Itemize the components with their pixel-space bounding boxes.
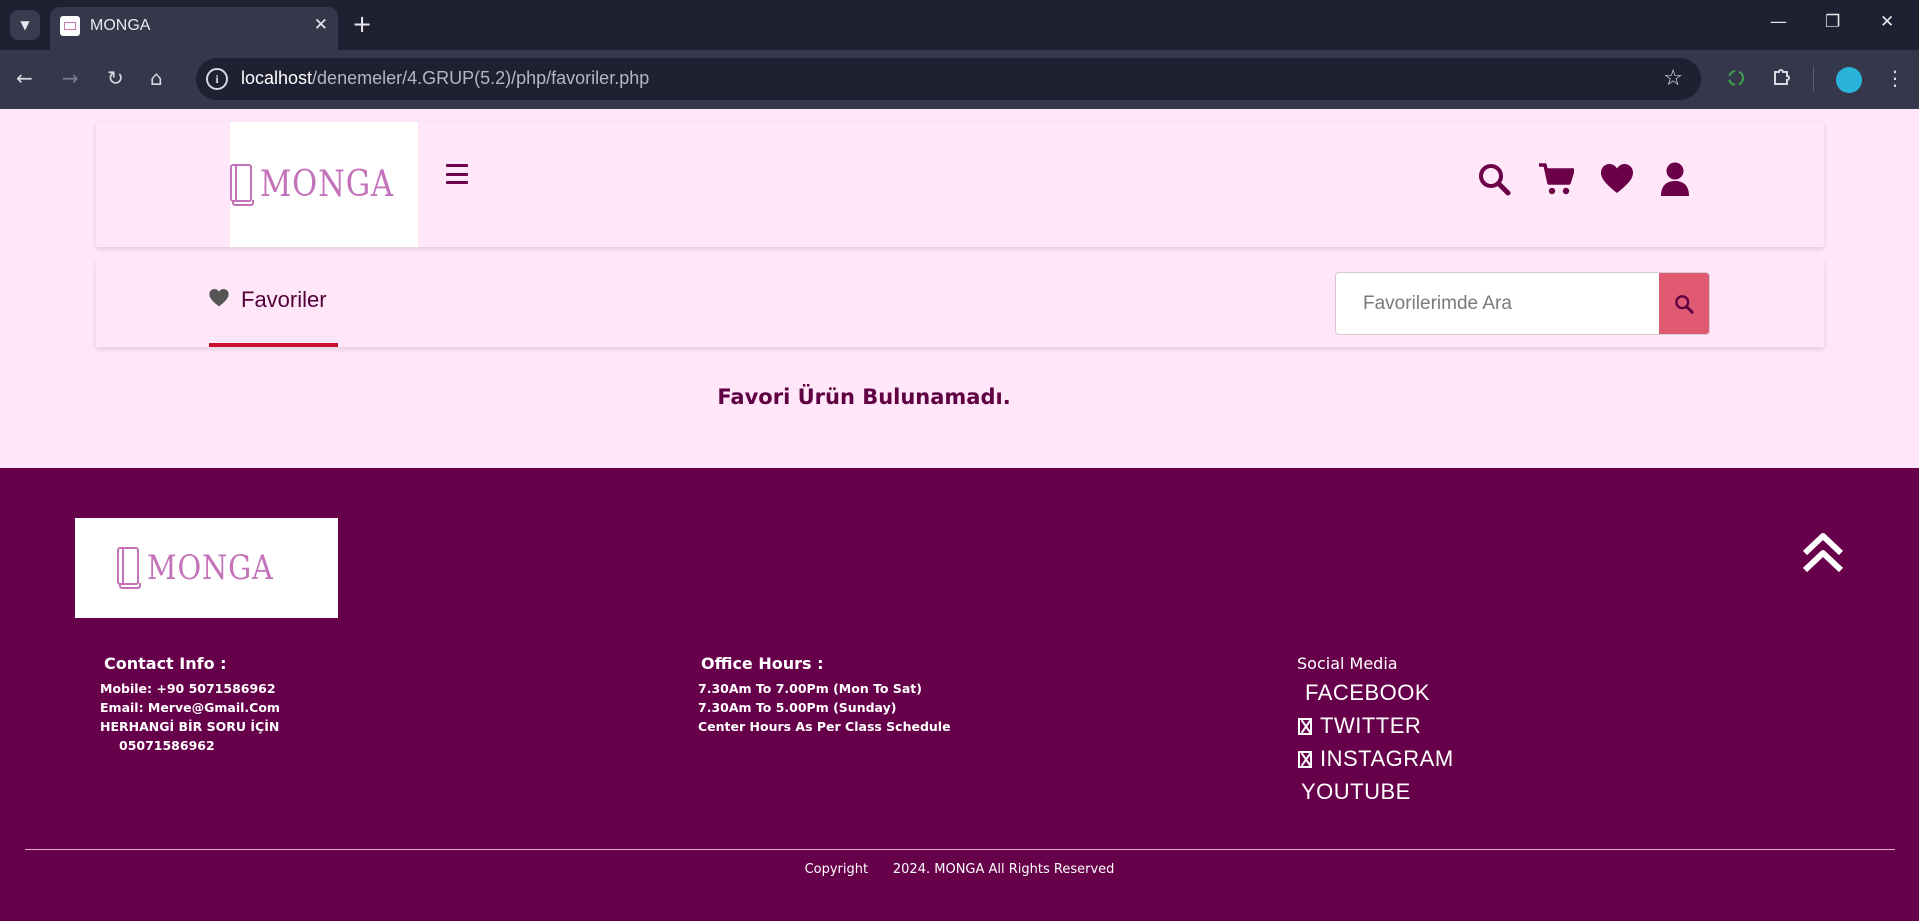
site-info-icon[interactable]: i	[206, 68, 228, 90]
contact-phone: 05071586962	[119, 738, 215, 753]
address-bar[interactable]: i localhost/denemeler/4.GRUP(5.2)/php/fa…	[196, 58, 1701, 100]
close-window-icon[interactable]: ✕	[1880, 12, 1894, 32]
search-icon[interactable]	[1477, 162, 1511, 196]
close-tab-icon[interactable]: ✕	[314, 15, 328, 35]
youtube-link[interactable]: YOUTUBE	[1301, 779, 1411, 805]
site-footer: MONGA Contact Info : Mobile: +90 5071586…	[0, 468, 1919, 921]
browser-tabbar: ▼ MONGA ✕ + — ❐ ✕	[0, 0, 1919, 50]
new-tab-button[interactable]: +	[352, 10, 372, 38]
favorites-search	[1335, 272, 1710, 335]
book-logo-icon	[116, 547, 141, 589]
footer-logo-text: MONGA	[146, 548, 274, 588]
chevron-down-icon: ▼	[20, 18, 30, 32]
favorites-search-button[interactable]	[1659, 273, 1709, 334]
tab-label: Favoriler	[241, 287, 327, 312]
instagram-icon	[1298, 751, 1312, 768]
twitter-link[interactable]: TWITTER	[1298, 713, 1421, 739]
tab-search-button[interactable]: ▼	[10, 10, 40, 40]
contact-question-label: HERHANGİ BİR SORU İÇİN	[100, 719, 280, 734]
twitter-icon	[1298, 718, 1312, 735]
office-hours-sunday: 7.30Am To 5.00Pm (Sunday)	[698, 700, 897, 715]
contact-email: Email: Merve@Gmail.Com	[100, 700, 280, 715]
restore-icon[interactable]: ❐	[1825, 12, 1840, 32]
scroll-to-top-icon[interactable]	[1802, 532, 1844, 574]
search-icon	[1675, 294, 1694, 314]
user-icon[interactable]	[1660, 162, 1690, 196]
back-icon[interactable]: ←	[16, 66, 33, 90]
profile-avatar[interactable]	[1836, 67, 1862, 93]
toolbar-divider	[1813, 66, 1814, 92]
tab-title: MONGA	[90, 17, 151, 34]
reload-icon[interactable]: ↻	[107, 66, 124, 90]
forward-icon[interactable]: →	[62, 66, 79, 90]
office-hours-center: Center Hours As Per Class Schedule	[698, 719, 951, 734]
browser-toolbar: ← → ↻ ⌂ i localhost/denemeler/4.GRUP(5.2…	[0, 50, 1919, 109]
tab-favoriler[interactable]: Favoriler	[209, 260, 338, 347]
menu-icon[interactable]	[446, 164, 468, 184]
favorites-search-input[interactable]	[1336, 273, 1658, 334]
social-media-title: Social Media	[1297, 654, 1398, 673]
browser-menu-icon[interactable]: ⋮	[1885, 66, 1905, 90]
cart-icon[interactable]	[1538, 162, 1574, 196]
contact-info-title: Contact Info :	[104, 654, 227, 673]
office-hours-weekdays: 7.30Am To 7.00Pm (Mon To Sat)	[698, 681, 922, 696]
browser-tab[interactable]: MONGA ✕	[50, 7, 338, 50]
minimize-icon[interactable]: —	[1770, 12, 1787, 32]
favicon-icon	[60, 16, 80, 36]
favorites-bar: Favoriler	[96, 260, 1824, 347]
book-logo-icon	[230, 163, 255, 206]
logo-text: MONGA	[260, 164, 395, 205]
bookmark-star-icon[interactable]: ☆	[1663, 66, 1683, 91]
instagram-link[interactable]: INSTAGRAM	[1298, 746, 1454, 772]
site-header: MONGA	[96, 122, 1824, 247]
facebook-link[interactable]: FACEBOOK	[1305, 680, 1430, 706]
extension-status-icon[interactable]	[1726, 68, 1746, 88]
heart-icon	[209, 289, 229, 307]
extensions-puzzle-icon[interactable]	[1771, 66, 1793, 88]
office-hours-title: Office Hours :	[701, 654, 824, 673]
url-text[interactable]: localhost/denemeler/4.GRUP(5.2)/php/favo…	[241, 68, 649, 89]
contact-mobile: Mobile: +90 5071586962	[100, 681, 276, 696]
footer-divider	[25, 849, 1895, 850]
empty-favorites-message: Favori Ürün Bulunamadı.	[717, 385, 1011, 409]
footer-logo[interactable]: MONGA	[75, 518, 338, 618]
site-logo[interactable]: MONGA	[230, 122, 418, 247]
home-icon[interactable]: ⌂	[150, 66, 163, 90]
copyright-text: Copyright 2024. MONGA All Rights Reserve…	[804, 862, 1115, 877]
heart-icon[interactable]	[1601, 164, 1633, 194]
